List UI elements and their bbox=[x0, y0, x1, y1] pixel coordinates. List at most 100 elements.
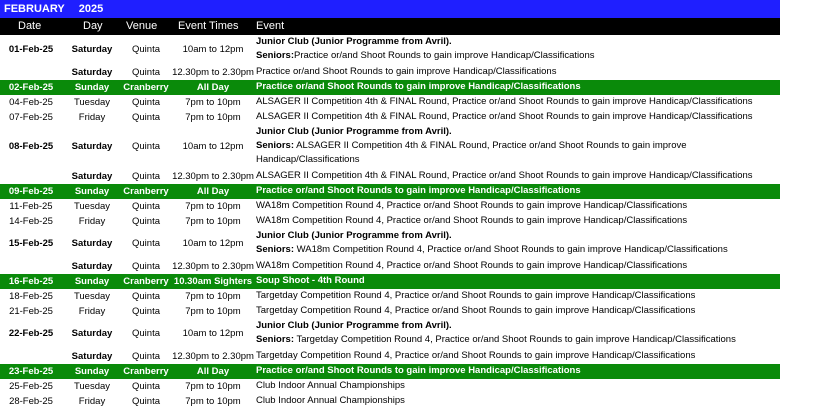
cell-date: 21-Feb-25 bbox=[9, 305, 53, 317]
event-line: Junior Club (Junior Programme from Avril… bbox=[256, 229, 780, 243]
table-header: Date Day Venue Event Times Event bbox=[0, 18, 780, 35]
cell-day: Saturday bbox=[71, 141, 113, 152]
cell-day: Saturday bbox=[71, 350, 113, 362]
event-line-text: ALSAGER II Competition 4th & FINAL Round… bbox=[256, 111, 753, 122]
event-line: Seniors: ALSAGER II Competition 4th & FI… bbox=[256, 139, 780, 153]
cell-date: 28-Feb-25 bbox=[9, 395, 53, 407]
event-line-bold: Seniors: bbox=[256, 140, 295, 151]
cell-event: Targetday Competition Round 4, Practice … bbox=[256, 304, 780, 318]
cell-venue: Quinta bbox=[132, 328, 160, 339]
cell-event: Junior Club (Junior Programme from Avril… bbox=[256, 35, 780, 63]
cell-venue: Quinta bbox=[132, 141, 160, 152]
cell-venue: Quinta bbox=[132, 305, 160, 317]
cell-venue: Quinta bbox=[132, 215, 160, 227]
cell-day: Friday bbox=[78, 215, 106, 227]
cell-venue: Quinta bbox=[132, 170, 160, 182]
event-line: Seniors: Targetday Competition Round 4, … bbox=[256, 333, 780, 347]
cell-day: Friday bbox=[78, 111, 106, 123]
event-line-text: WA18m Competition Round 4, Practice or/a… bbox=[256, 260, 688, 271]
cell-date: 16-Feb-25 bbox=[8, 275, 54, 287]
event-line: Practice or/and Shoot Rounds to gain imp… bbox=[256, 364, 780, 378]
cell-date: 25-Feb-25 bbox=[9, 380, 53, 392]
highlight-row: 16-Feb-25 Sunday Cranberry 10.30am Sighters… bbox=[0, 274, 780, 289]
cell-day: Saturday bbox=[71, 66, 113, 78]
cell-venue: Quinta bbox=[132, 395, 160, 407]
cell-event: Targetday Competition Round 4, Practice … bbox=[256, 349, 780, 363]
cell-event: WA18m Competition Round 4, Practice or/a… bbox=[256, 199, 780, 213]
cell-venue: Quinta bbox=[132, 44, 160, 55]
cell-event-times: 7pm to 10pm bbox=[185, 395, 241, 407]
event-line-text: ALSAGER II Competition 4th & FINAL Round… bbox=[256, 170, 753, 181]
cell-venue: Quinta bbox=[132, 111, 160, 123]
cell-event-times: 10am to 12pm bbox=[182, 44, 244, 55]
event-line: Targetday Competition Round 4, Practice … bbox=[256, 289, 780, 303]
event-line-text: Soup Shoot - 4th Round bbox=[256, 275, 365, 286]
cell-day: Tuesday bbox=[73, 200, 111, 212]
table-row: Saturday Quinta 12.30pm to 2.30pm Practice … bbox=[0, 65, 780, 80]
cell-venue: Quinta bbox=[132, 238, 160, 249]
event-line: Targetday Competition Round 4, Practice … bbox=[256, 304, 780, 318]
event-line: Practice or/and Shoot Rounds to gain imp… bbox=[256, 184, 780, 198]
year-label: 2025 bbox=[78, 3, 104, 15]
header-venue: Venue bbox=[126, 20, 158, 32]
highlight-row: 02-Feb-25 Sunday Cranberry All Day Practice … bbox=[0, 80, 780, 95]
event-line: Junior Club (Junior Programme from Avril… bbox=[256, 319, 780, 333]
cell-day: Sunday bbox=[74, 365, 110, 377]
event-line-text: Practice or/and Shoot Rounds to gain imp… bbox=[256, 185, 581, 196]
cell-event: WA18m Competition Round 4, Practice or/a… bbox=[256, 214, 780, 228]
table-row: 04-Feb-25 Tuesday Quinta 7pm to 10pm ALSAGER… bbox=[0, 95, 780, 110]
cell-event-times: All Day bbox=[196, 81, 230, 93]
highlight-row: 23-Feb-25 Sunday Cranberry All Day Practice … bbox=[0, 364, 780, 379]
calendar-title-bar: FEBRUARY 2025 bbox=[0, 0, 780, 18]
event-line: WA18m Competition Round 4, Practice or/a… bbox=[256, 214, 780, 228]
cell-event: Targetday Competition Round 4, Practice … bbox=[256, 289, 780, 303]
cell-event: Practice or/and Shoot Rounds to gain imp… bbox=[256, 65, 780, 79]
cell-day: Tuesday bbox=[73, 96, 111, 108]
event-line: Practice or/and Shoot Rounds to gain imp… bbox=[256, 80, 780, 94]
cell-date: 04-Feb-25 bbox=[9, 96, 53, 108]
cell-event: Soup Shoot - 4th Round bbox=[256, 274, 780, 288]
table-row: 11-Feb-25 Tuesday Quinta 7pm to 10pm WA18m C… bbox=[0, 199, 780, 214]
event-line-text: Practice or/and Shoot Rounds to gain imp… bbox=[256, 365, 581, 376]
cell-event-times: 12.30pm to 2.30pm bbox=[172, 170, 254, 182]
cell-event-times: All Day bbox=[196, 365, 230, 377]
cell-event-times: 7pm to 10pm bbox=[185, 215, 241, 227]
cell-venue: Quinta bbox=[132, 200, 160, 212]
month-label: FEBRUARY bbox=[4, 3, 65, 15]
event-line: ALSAGER II Competition 4th & FINAL Round… bbox=[256, 110, 780, 124]
event-line: WA18m Competition Round 4, Practice or/a… bbox=[256, 259, 780, 273]
table-row: 14-Feb-25 Friday Quinta 7pm to 10pm WA18m Co… bbox=[0, 214, 780, 229]
table-row: 08-Feb-25 Saturday Quinta 10am to 12pm Junio… bbox=[0, 125, 780, 169]
cell-event: Practice or/and Shoot Rounds to gain imp… bbox=[256, 80, 780, 94]
cell-event-times: 7pm to 10pm bbox=[185, 305, 241, 317]
table-row: 07-Feb-25 Friday Quinta 7pm to 10pm ALSAGER … bbox=[0, 110, 780, 125]
table-row: 18-Feb-25 Tuesday Quinta 7pm to 10pm Targetd… bbox=[0, 289, 780, 304]
cell-venue: Quinta bbox=[132, 260, 160, 272]
header-event-times: Event Times bbox=[178, 20, 239, 32]
event-line: Targetday Competition Round 4, Practice … bbox=[256, 349, 780, 363]
event-line-text: Targetday Competition Round 4, Practice … bbox=[294, 334, 736, 345]
event-line-text: Practice or/and Shoot Rounds to gain imp… bbox=[256, 81, 581, 92]
cell-event-times: 10.30am Sighters bbox=[173, 275, 253, 287]
event-line-text: Handicap/Classifications bbox=[256, 154, 360, 165]
event-line-bold: Seniors: bbox=[256, 50, 295, 61]
cell-day: Saturday bbox=[71, 260, 113, 272]
cell-day: Tuesday bbox=[73, 290, 111, 302]
event-line: Handicap/Classifications bbox=[256, 153, 780, 167]
cell-event-times: 10am to 12pm bbox=[182, 328, 244, 339]
cell-venue: Cranberry bbox=[123, 365, 169, 377]
cell-event: Practice or/and Shoot Rounds to gain imp… bbox=[256, 184, 780, 198]
cell-event: WA18m Competition Round 4, Practice or/a… bbox=[256, 259, 780, 273]
event-line: ALSAGER II Competition 4th & FINAL Round… bbox=[256, 169, 780, 183]
cell-event: Junior Club (Junior Programme from Avril… bbox=[256, 319, 780, 347]
table-row: Saturday Quinta 12.30pm to 2.30pm Targetday… bbox=[0, 349, 780, 364]
event-line-text: WA18m Competition Round 4, Practice or/a… bbox=[294, 244, 728, 255]
event-line: Seniors:Practice or/and Shoot Rounds to … bbox=[256, 49, 780, 63]
cell-date: 22-Feb-25 bbox=[8, 328, 54, 339]
table-row: 01-Feb-25 Saturday Quinta 10am to 12pm Junio… bbox=[0, 35, 780, 65]
cell-date: 08-Feb-25 bbox=[8, 141, 54, 152]
events-table-body: 01-Feb-25 Saturday Quinta 10am to 12pm Junio… bbox=[0, 35, 780, 409]
cell-event-times: 10am to 12pm bbox=[182, 141, 244, 152]
cell-date: 02-Feb-25 bbox=[8, 81, 54, 93]
event-line: Seniors: WA18m Competition Round 4, Prac… bbox=[256, 243, 780, 257]
